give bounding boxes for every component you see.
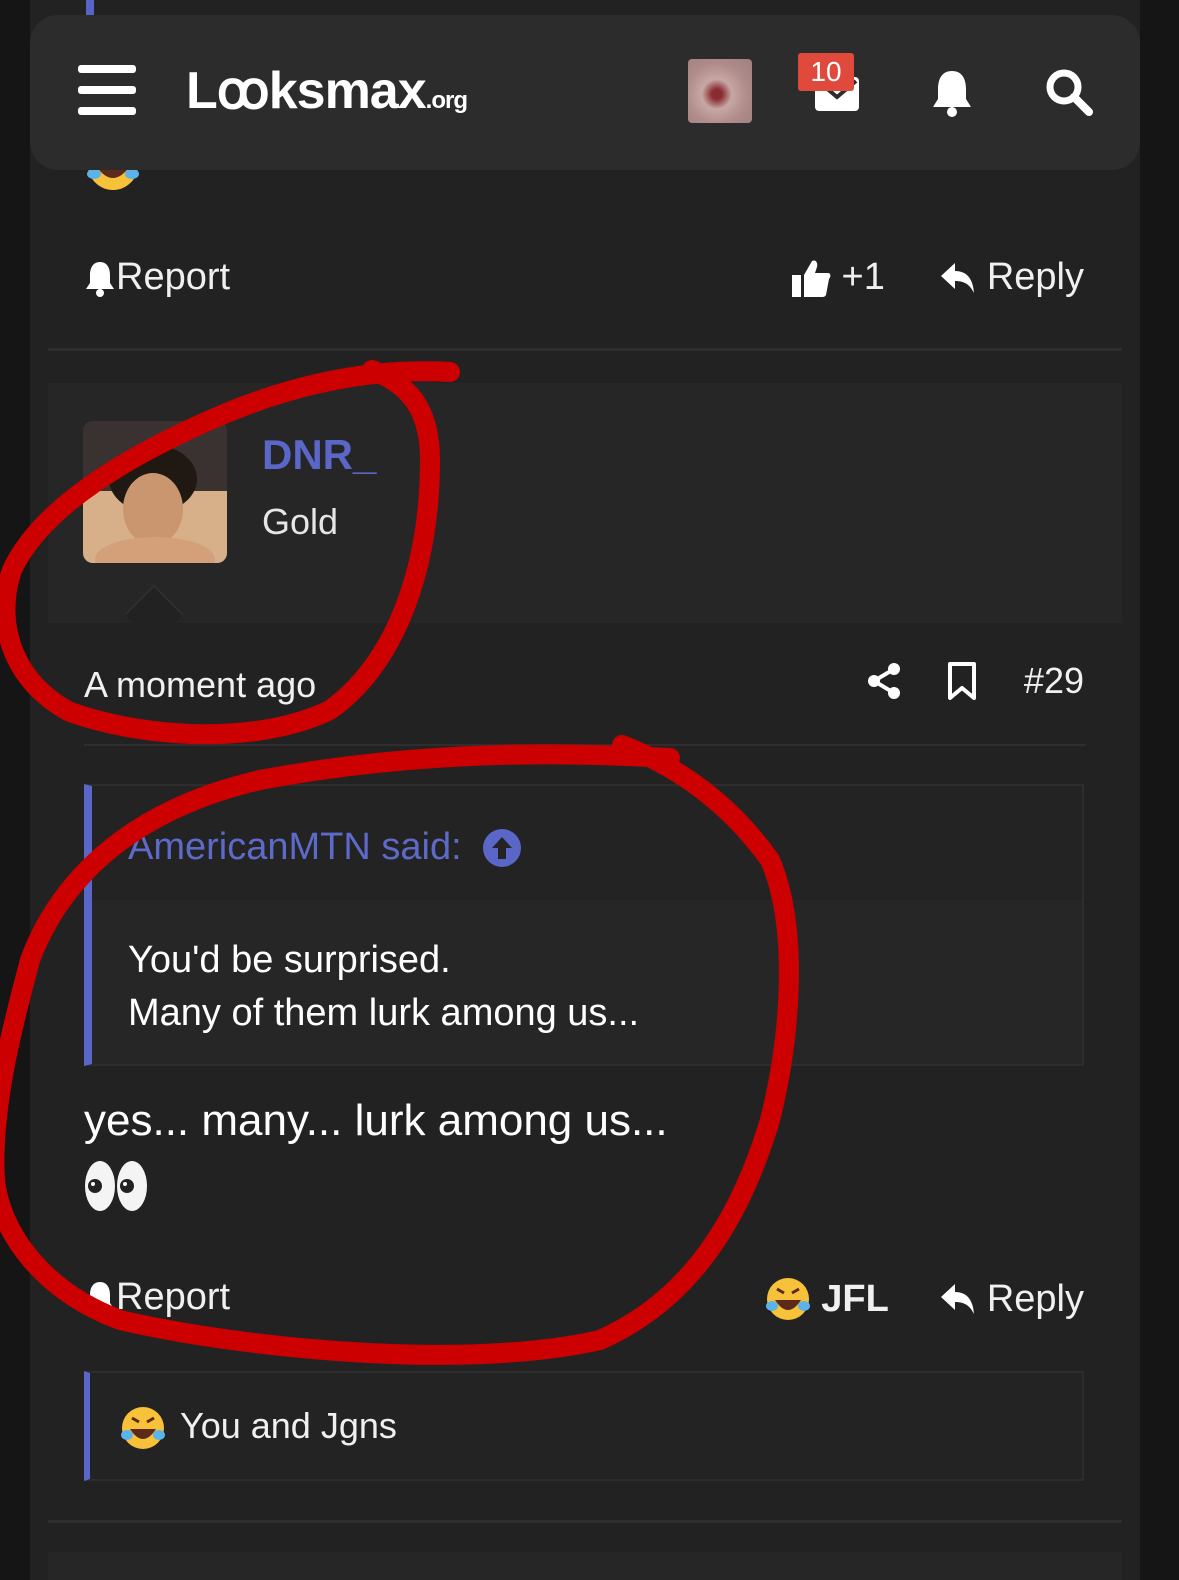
post-number-link[interactable]: #29 xyxy=(1024,660,1084,702)
post-user-header: DNR_ Gold xyxy=(48,383,1122,623)
username-link[interactable]: DNR_ xyxy=(262,431,376,479)
user-title: Gold xyxy=(262,501,339,542)
quote-block: AmericanMTN said: You'd be surprised. Ma… xyxy=(84,784,1084,1066)
eyes-emoji-icon xyxy=(85,1161,147,1211)
site-logo[interactable]: Lꝏksmax.org xyxy=(186,61,468,121)
user-avatar[interactable] xyxy=(83,421,227,563)
share-icon[interactable] xyxy=(866,662,902,700)
quote-header: AmericanMTN said: xyxy=(92,786,1082,900)
bell-icon xyxy=(86,1281,114,1317)
report-button[interactable]: Report xyxy=(84,1276,230,1319)
search-icon[interactable] xyxy=(1044,67,1094,117)
bell-icon[interactable] xyxy=(930,67,974,117)
post-divider xyxy=(48,348,1122,351)
reply-button[interactable]: Reply xyxy=(939,256,1084,299)
top-navigation-bar: Lꝏksmax.org 10 xyxy=(30,15,1140,170)
reaction-button[interactable]: JFL xyxy=(765,1276,889,1322)
reply-button[interactable]: Reply xyxy=(939,1278,1084,1321)
bell-icon xyxy=(86,261,114,297)
account-avatar[interactable] xyxy=(688,59,752,123)
post-tools: #29 xyxy=(866,660,1084,702)
unread-count-badge: 10 xyxy=(798,53,854,91)
reactions-bar[interactable]: You and Jgns xyxy=(84,1371,1084,1481)
quote-text: You'd be surprised. Many of them lurk am… xyxy=(128,939,640,1034)
post-timestamp[interactable]: A moment ago xyxy=(84,664,316,706)
reply-icon xyxy=(940,1284,974,1314)
like-button[interactable]: +1 xyxy=(790,256,885,299)
previous-post-actions: Report +1 Reply xyxy=(84,248,1084,308)
arrow-up-circle-icon[interactable] xyxy=(482,828,522,868)
post-divider xyxy=(48,1520,1122,1523)
post-actions: Report JFL Reply xyxy=(84,1268,1084,1328)
quote-border-stripe xyxy=(86,0,94,15)
post-message: yes... many... lurk among us... xyxy=(84,1096,668,1145)
menu-icon[interactable] xyxy=(78,65,136,115)
report-button[interactable]: Report xyxy=(84,256,230,299)
thumbs-up-icon xyxy=(791,259,830,297)
laughing-emoji-icon xyxy=(766,1278,811,1320)
next-post-header xyxy=(48,1552,1122,1580)
reply-icon xyxy=(940,262,974,293)
laughing-emoji-icon xyxy=(121,1407,165,1449)
reactions-summary: You and Jgns xyxy=(180,1405,397,1446)
quote-author-link[interactable]: AmericanMTN said: xyxy=(128,826,522,869)
bookmark-icon[interactable] xyxy=(946,661,978,701)
post-divider xyxy=(84,744,1086,746)
